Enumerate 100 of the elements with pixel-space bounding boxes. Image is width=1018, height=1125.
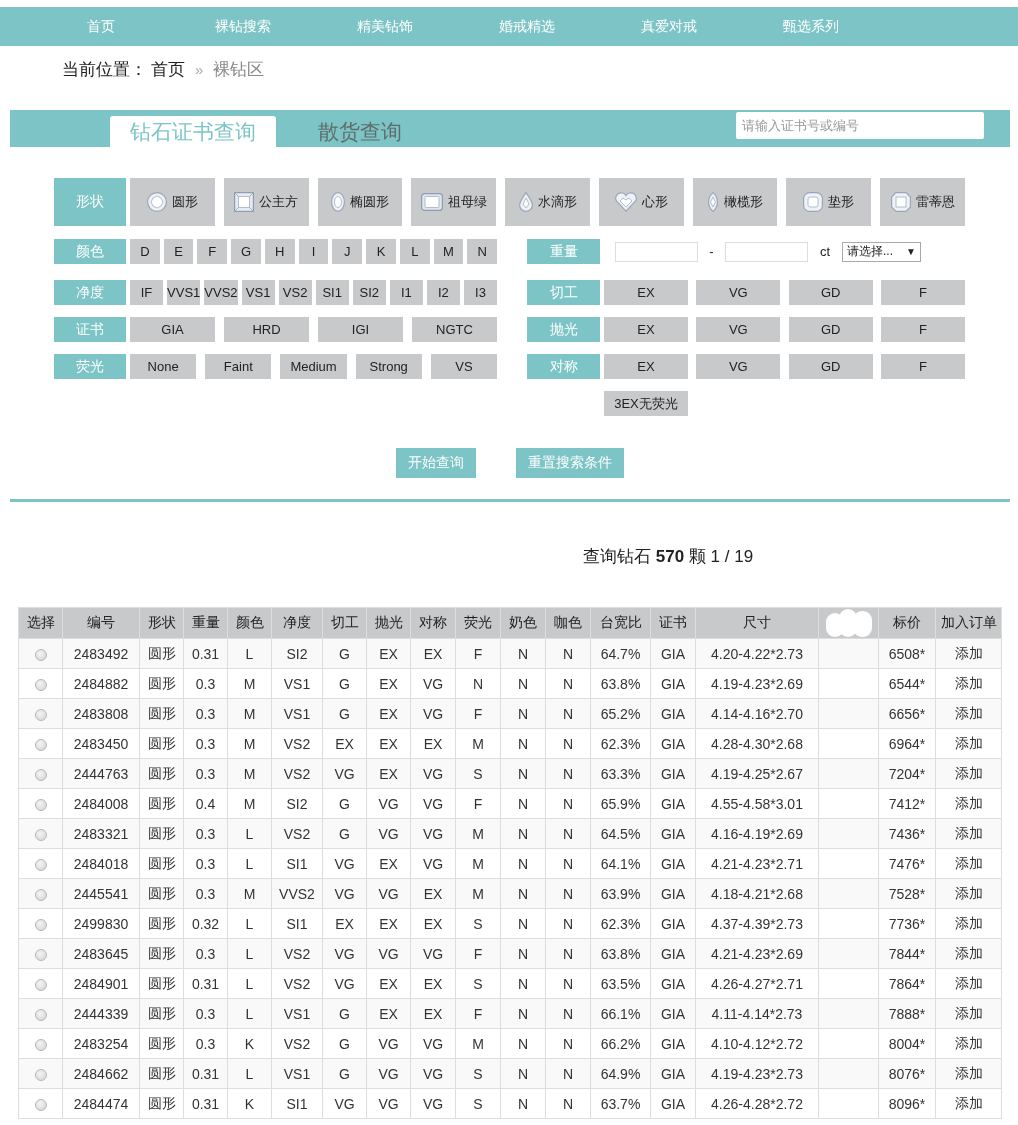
table-cell: VG <box>322 848 367 879</box>
filter-option[interactable]: VVS1 <box>167 280 201 305</box>
filter-option[interactable]: G <box>231 239 261 264</box>
radio-button[interactable] <box>34 918 47 931</box>
filter-option[interactable]: GD <box>788 317 873 342</box>
table-cell: GIA <box>650 908 696 939</box>
shape-option[interactable]: 雷蒂恩 <box>880 178 966 226</box>
weight-max-field[interactable] <box>725 241 808 262</box>
table-cell: EX <box>366 968 411 999</box>
filter-option[interactable]: EX <box>604 317 688 342</box>
filter-label: 形状 <box>54 178 126 226</box>
filter-option[interactable]: E <box>163 239 194 264</box>
filter-option[interactable]: Medium <box>280 354 347 379</box>
filter-option[interactable]: I2 <box>426 280 460 305</box>
table-cell: VS2 <box>271 1028 323 1059</box>
filter-option[interactable]: VG <box>696 317 781 342</box>
filter-option[interactable]: Faint <box>205 354 272 379</box>
filter-option[interactable]: IGI <box>318 317 403 342</box>
radio-button[interactable] <box>34 768 47 781</box>
shape-option[interactable]: 圆形 <box>130 178 215 226</box>
radio-button[interactable] <box>34 1038 47 1051</box>
filter-option[interactable]: I1 <box>389 280 423 305</box>
filter-option[interactable]: EX <box>604 354 688 379</box>
filter-option[interactable]: NGTC <box>412 317 497 342</box>
radio-button[interactable] <box>34 858 47 871</box>
table-cell: VG <box>410 1028 456 1059</box>
filter-option[interactable]: L <box>399 239 430 264</box>
table-cell: 8004* <box>878 1028 936 1059</box>
shape-option[interactable]: 橄榄形 <box>692 178 778 226</box>
table-cell: 2483492 <box>62 638 140 669</box>
radio-button[interactable] <box>34 1068 47 1081</box>
filter-option[interactable]: H <box>264 239 295 264</box>
table-cell: N <box>500 848 546 879</box>
radio-button[interactable] <box>34 648 47 661</box>
shape-option[interactable]: 椭圆形 <box>317 178 403 226</box>
table-cell: 4.10-4.12*2.72 <box>695 1028 819 1059</box>
radio-button[interactable] <box>34 978 47 991</box>
shape-option[interactable]: 水滴形 <box>505 178 590 226</box>
filter-option[interactable]: I3 <box>463 280 497 305</box>
filter-option[interactable]: EX <box>604 280 688 305</box>
radio-button[interactable] <box>34 888 47 901</box>
table-cell: 0.31 <box>183 968 228 999</box>
shape-option[interactable]: 公主方 <box>223 178 309 226</box>
filter-option[interactable]: GIA <box>130 317 215 342</box>
filter-option[interactable]: F <box>197 239 228 264</box>
table-cell: 圆形 <box>139 1028 184 1059</box>
filter-option[interactable]: 3EX无荧光 <box>604 391 688 416</box>
table-cell: 4.37-4.39*2.73 <box>695 908 819 939</box>
pear-diamond-icon <box>518 192 533 212</box>
search-field[interactable]: 请输入证书号或编号 <box>736 112 984 139</box>
table-cell: 0.3 <box>183 668 228 699</box>
radio-button[interactable] <box>34 1098 47 1111</box>
shape-option[interactable]: 垫形 <box>786 178 872 226</box>
filter-option[interactable]: GD <box>788 280 873 305</box>
filter-option[interactable]: N <box>467 239 498 264</box>
filter-option[interactable]: VVS2 <box>204 280 238 305</box>
table-cell: VS2 <box>271 728 323 759</box>
table-cell: 7204* <box>878 758 936 789</box>
filter-option[interactable]: F <box>881 317 965 342</box>
filter-option[interactable]: GD <box>788 354 873 379</box>
table-cell: 7844* <box>878 938 936 969</box>
filter-option[interactable]: None <box>130 354 197 379</box>
weight-select[interactable]: 请选择... ▼ <box>842 241 921 262</box>
radio-button[interactable] <box>34 708 47 721</box>
filter-option[interactable]: VS1 <box>241 280 275 305</box>
radio-button[interactable] <box>34 828 47 841</box>
shape-option[interactable]: 祖母绿 <box>411 178 497 226</box>
filter-option[interactable]: SI2 <box>352 280 386 305</box>
filter-option[interactable]: SI1 <box>315 280 349 305</box>
filter-option[interactable]: J <box>332 239 363 264</box>
table-cell: M <box>455 1028 501 1059</box>
table-cell: 63.5% <box>590 968 651 999</box>
weight-min-field[interactable] <box>615 241 698 262</box>
breadcrumb-link[interactable]: 首页 <box>151 58 185 82</box>
filter-option[interactable]: F <box>881 354 965 379</box>
table-cell: SI2 <box>271 638 323 669</box>
table-cell: M <box>227 788 272 819</box>
filter-option[interactable]: VG <box>696 280 781 305</box>
filter-option[interactable]: I <box>298 239 329 264</box>
filter-option[interactable]: D <box>130 239 160 264</box>
radio-button[interactable] <box>34 798 47 811</box>
radio-button[interactable] <box>34 738 47 751</box>
filter-option[interactable]: Strong <box>355 354 422 379</box>
range-separator: - <box>708 244 715 259</box>
filter-option[interactable]: F <box>881 280 965 305</box>
filter-option[interactable]: VS <box>430 354 497 379</box>
radio-button[interactable] <box>34 948 47 961</box>
filter-option[interactable]: VS2 <box>278 280 312 305</box>
radio-button[interactable] <box>34 1008 47 1021</box>
filter-option[interactable]: K <box>366 239 396 264</box>
table-cell: 0.3 <box>183 848 228 879</box>
table-cell: 2484008 <box>62 788 140 819</box>
column-header: 编号 <box>62 607 140 639</box>
table-cell: 63.7% <box>590 1088 651 1119</box>
filter-option[interactable]: IF <box>130 280 164 305</box>
filter-option[interactable]: M <box>433 239 464 264</box>
filter-option[interactable]: VG <box>696 354 781 379</box>
filter-option[interactable]: HRD <box>224 317 309 342</box>
radio-button[interactable] <box>34 678 47 691</box>
shape-option[interactable]: 心形 <box>598 178 684 226</box>
